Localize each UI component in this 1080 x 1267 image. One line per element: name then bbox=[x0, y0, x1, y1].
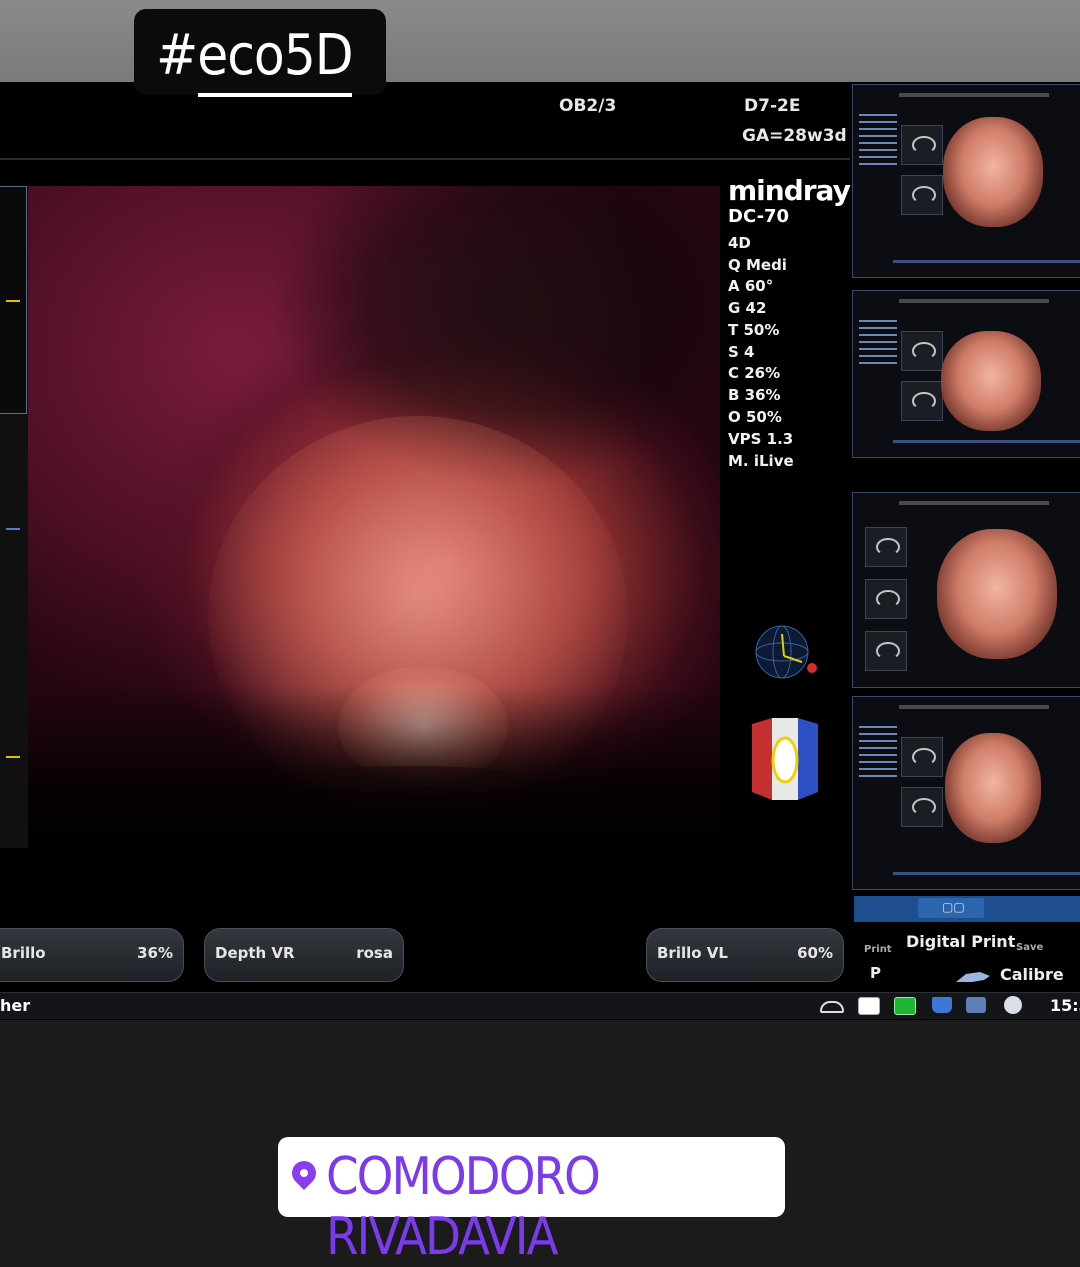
layout-icon: ▢▢ bbox=[942, 900, 965, 914]
clock: 15:3 bbox=[1050, 996, 1080, 1015]
control-label: Brillo bbox=[1, 944, 46, 962]
battery-icon[interactable] bbox=[894, 997, 916, 1015]
wifi-lock-icon[interactable] bbox=[820, 1001, 844, 1013]
dual-layout-button[interactable]: ▢▢ bbox=[918, 898, 984, 918]
p-button[interactable]: P bbox=[870, 964, 881, 982]
slice-marker bbox=[6, 300, 20, 302]
control-value: rosa bbox=[356, 944, 393, 962]
probe-label: D7-2E bbox=[744, 96, 801, 116]
location-text: COMODORO RIVADAVIA bbox=[326, 1147, 601, 1267]
param-vps: VPS 1.3 bbox=[728, 430, 794, 448]
param-contrast: C 26% bbox=[728, 364, 781, 382]
control-label: Depth VR bbox=[215, 944, 295, 962]
thumb-sidebar bbox=[859, 721, 897, 782]
thumb-slice bbox=[901, 787, 943, 827]
location-pin-icon bbox=[287, 1156, 321, 1190]
layout-toolbar: ▢▢ bbox=[854, 896, 1080, 922]
control-value: 36% bbox=[137, 944, 173, 962]
param-gain: G 42 bbox=[728, 299, 767, 317]
digital-print-label[interactable]: Digital Print bbox=[906, 932, 1015, 951]
print-button[interactable]: Print bbox=[864, 944, 892, 955]
saved-image-thumbnail[interactable] bbox=[852, 696, 1080, 890]
param-brightness: B 36% bbox=[728, 386, 781, 404]
thumb-header bbox=[899, 93, 1049, 97]
saved-image-thumbnail[interactable] bbox=[852, 84, 1080, 278]
control-value: 60% bbox=[797, 944, 833, 962]
save-button[interactable]: Save bbox=[1016, 942, 1043, 953]
status-left-text: her bbox=[0, 996, 31, 1015]
saved-image-thumbnail[interactable] bbox=[852, 492, 1080, 688]
hashtag-text: #eco5D bbox=[156, 23, 354, 88]
thumb-slice bbox=[865, 527, 907, 567]
hashtag-underline bbox=[198, 93, 352, 97]
render-bottom-shade bbox=[28, 686, 720, 866]
depth-vr-control[interactable]: Depth VR rosa bbox=[204, 928, 404, 982]
brand-logo: mindray bbox=[728, 174, 851, 207]
slice-marker bbox=[6, 528, 20, 530]
slice-marker bbox=[6, 756, 20, 758]
thumb-sidebar bbox=[859, 109, 897, 170]
param-render-mode: M. iLive bbox=[728, 452, 794, 470]
thumb-slice bbox=[901, 381, 943, 421]
brightness-vl-control[interactable]: Brillo VL 60% bbox=[646, 928, 844, 982]
thumb-render bbox=[937, 529, 1057, 659]
param-opacity: O 50% bbox=[728, 408, 782, 426]
thumb-render bbox=[945, 733, 1041, 843]
calibre-label[interactable]: Calibre bbox=[1000, 965, 1064, 984]
param-smooth: S 4 bbox=[728, 343, 755, 361]
thumb-slice bbox=[865, 631, 907, 671]
thumb-slice bbox=[901, 737, 943, 777]
system-status-bar: her 15:3 bbox=[0, 992, 1080, 1019]
volume-box-icon[interactable] bbox=[750, 716, 820, 802]
brightness-control[interactable]: Brillo 36% bbox=[0, 928, 184, 982]
thumb-header bbox=[899, 705, 1049, 709]
param-quality: Q Medi bbox=[728, 256, 787, 274]
param-threshold: T 50% bbox=[728, 321, 780, 339]
hashtag-sticker[interactable]: #eco5D bbox=[134, 9, 386, 97]
thumb-footer bbox=[893, 872, 1080, 875]
device-model: DC-70 bbox=[728, 206, 790, 227]
hand-icon[interactable] bbox=[954, 966, 994, 986]
orientation-globe-icon[interactable] bbox=[754, 624, 820, 680]
control-label: Brillo VL bbox=[657, 944, 728, 962]
printer-icon[interactable] bbox=[858, 997, 880, 1015]
thumb-render bbox=[941, 331, 1041, 431]
thumb-render bbox=[943, 117, 1043, 227]
thumb-footer bbox=[893, 440, 1080, 443]
preset-label: OB2/3 bbox=[559, 96, 617, 116]
param-angle: A 60° bbox=[728, 277, 774, 295]
thumb-slice bbox=[901, 175, 943, 215]
header-divider bbox=[0, 158, 850, 160]
param-mode: 4D bbox=[728, 234, 751, 252]
thumb-slice bbox=[865, 579, 907, 619]
fetal-3d-render[interactable] bbox=[28, 186, 728, 866]
thumb-slice bbox=[901, 331, 943, 371]
trash-icon[interactable] bbox=[932, 997, 952, 1013]
thumb-header bbox=[899, 299, 1049, 303]
gestational-age: GA=28w3d bbox=[742, 126, 847, 146]
thumb-sidebar bbox=[859, 315, 897, 369]
thumb-slice bbox=[901, 125, 943, 165]
location-sticker[interactable]: COMODORO RIVADAVIA bbox=[278, 1137, 785, 1267]
globe-icon[interactable] bbox=[1004, 996, 1022, 1014]
thumb-header bbox=[899, 501, 1049, 505]
saved-image-thumbnail[interactable] bbox=[852, 290, 1080, 458]
monitor-icon[interactable] bbox=[966, 997, 986, 1013]
ultrasound-screen: OB2/3 D7-2E GA=28w3d mindray DC-70 4D Q … bbox=[0, 82, 1080, 1020]
thumb-footer bbox=[893, 260, 1080, 263]
